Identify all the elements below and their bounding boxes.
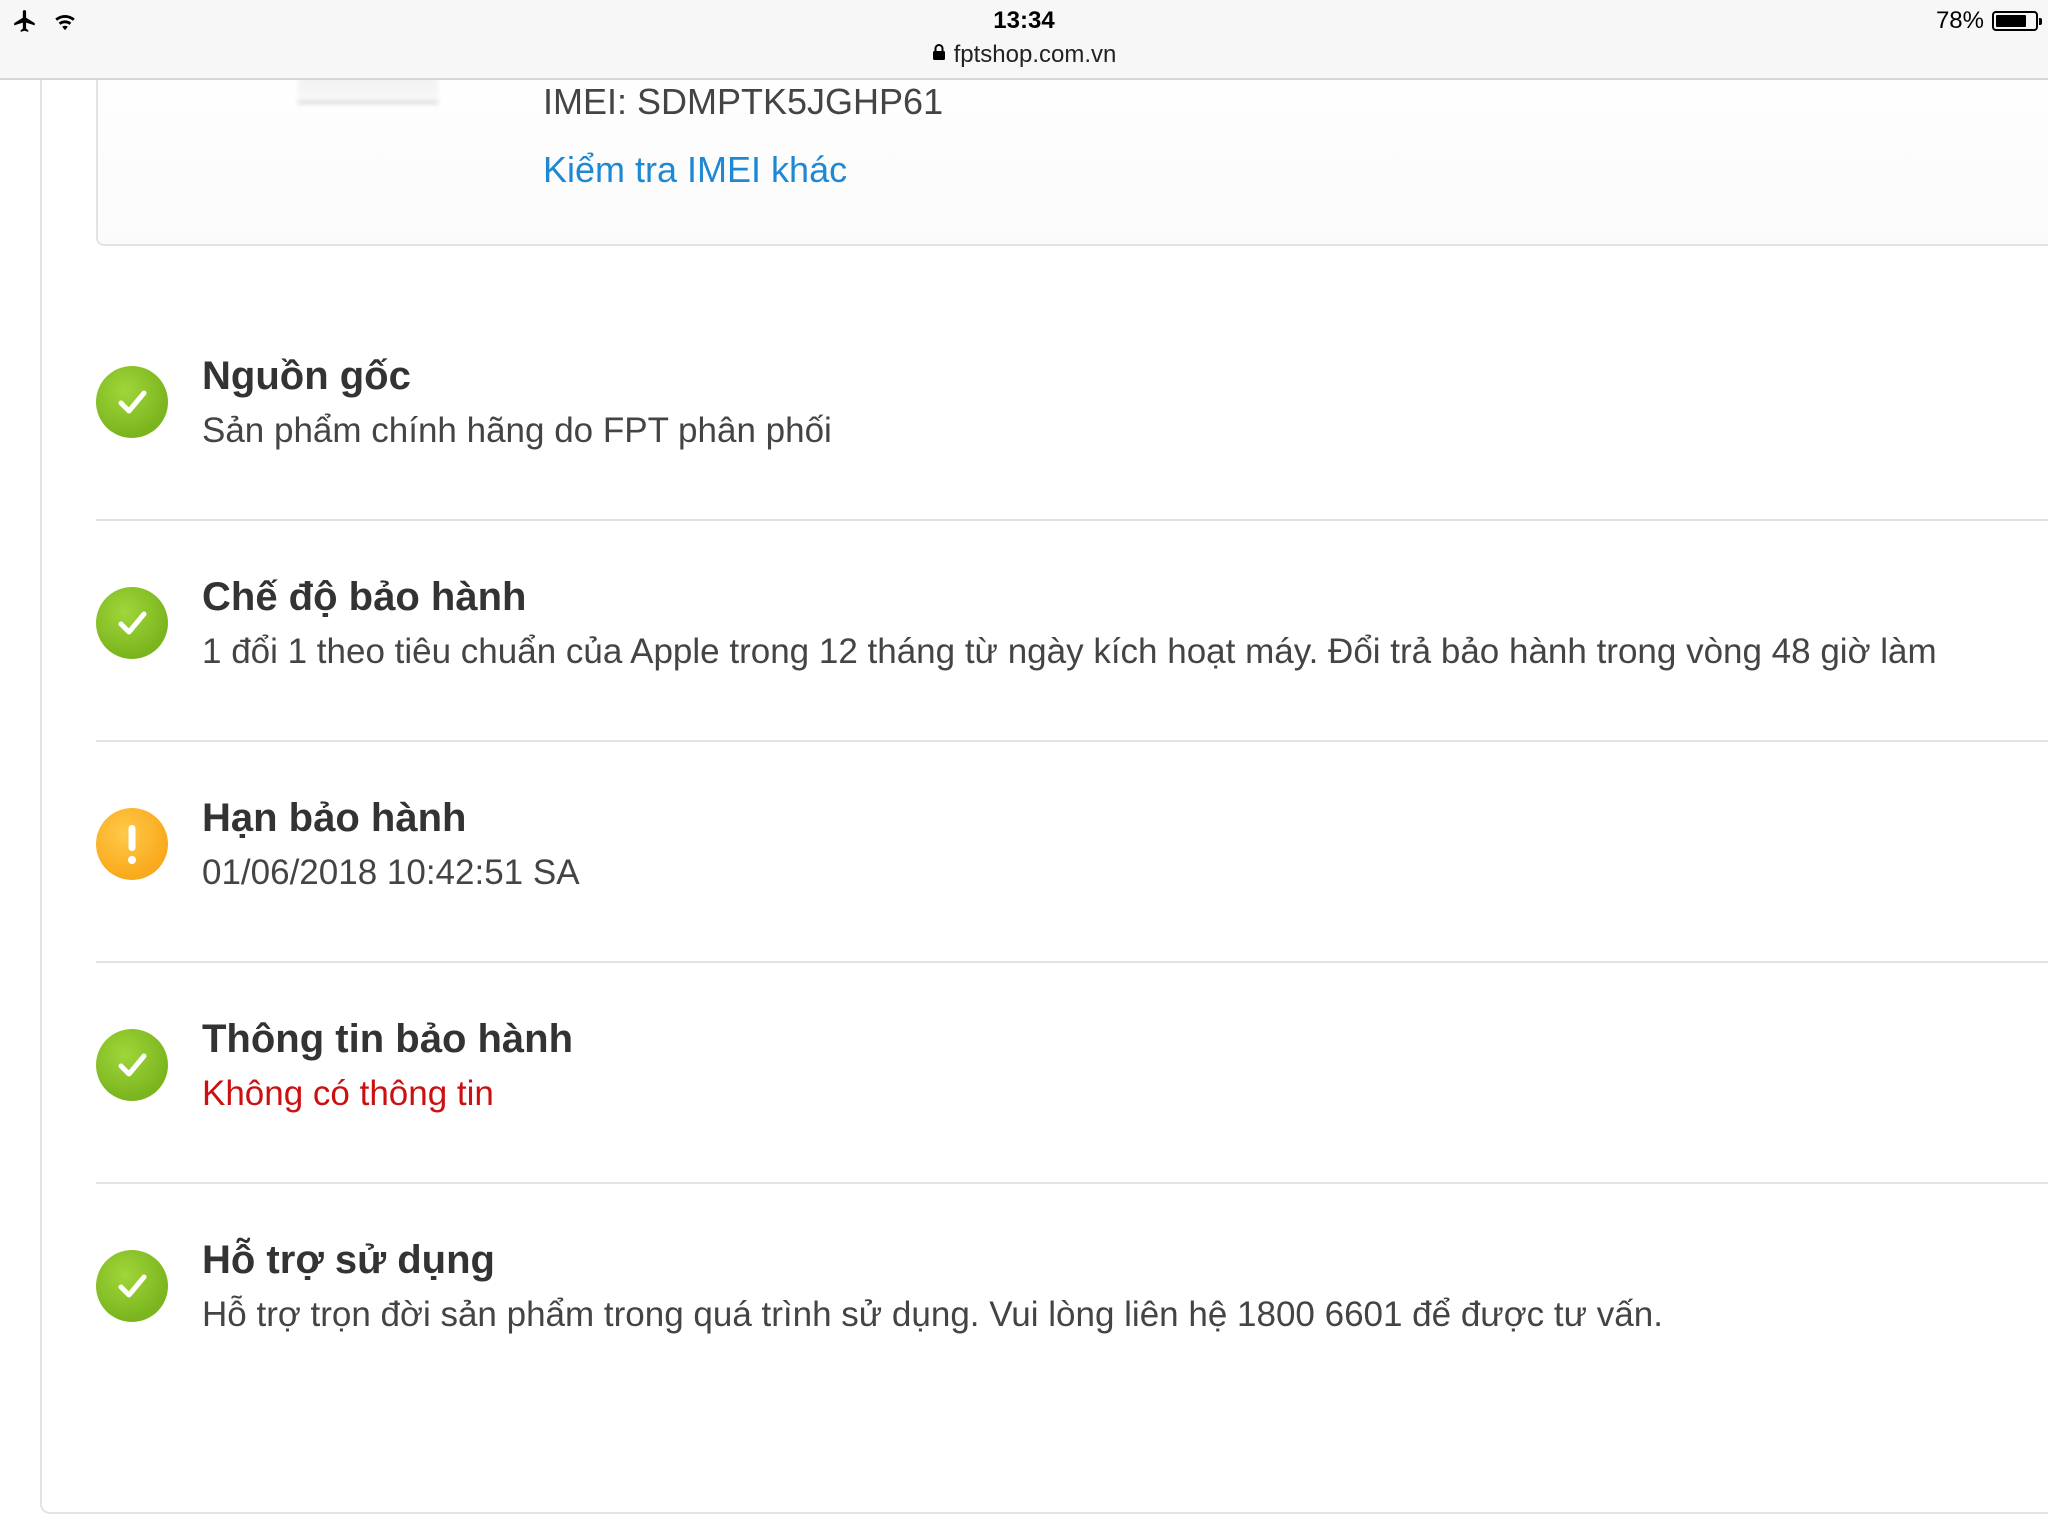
info-description: Hỗ trợ trọn đời sản phẩm trong quá trình… bbox=[202, 1295, 1663, 1334]
url-text[interactable]: fptshop.com.vn bbox=[954, 41, 1117, 68]
warranty-info-list: Nguồn gốc Sản phẩm chính hãng do FPT phâ… bbox=[96, 300, 2048, 1405]
info-row-usage-support: Hỗ trợ sử dụng Hỗ trợ trọn đời sản phẩm … bbox=[96, 1184, 2048, 1405]
info-title: Chế độ bảo hành bbox=[202, 575, 527, 619]
address-bar[interactable]: fptshop.com.vn bbox=[0, 40, 2048, 70]
info-description: Sản phẩm chính hãng do FPT phân phối bbox=[202, 411, 832, 450]
info-title: Thông tin bảo hành bbox=[202, 1017, 574, 1061]
lock-icon bbox=[932, 39, 946, 69]
status-bar: 13:34 fptshop.com.vn 78% bbox=[0, 0, 2048, 80]
checkmark-circle-icon bbox=[96, 1250, 168, 1322]
check-other-imei-link[interactable]: Kiểm tra IMEI khác bbox=[543, 148, 847, 192]
info-title: Hạn bảo hành bbox=[202, 796, 467, 840]
info-title: Nguồn gốc bbox=[202, 354, 411, 398]
info-description: Không có thông tin bbox=[202, 1074, 494, 1113]
checkmark-circle-icon bbox=[96, 587, 168, 659]
status-icons-right: 78% bbox=[1935, 6, 2042, 36]
status-time: 13:34 bbox=[993, 7, 1055, 34]
imei-value: IMEI: SDMPTK5JGHP61 bbox=[543, 81, 944, 122]
checkmark-circle-icon bbox=[96, 366, 168, 438]
info-title: Hỗ trợ sử dụng bbox=[202, 1238, 495, 1282]
battery-level-fill bbox=[1996, 15, 2026, 27]
battery-percent: 78% bbox=[1935, 7, 1984, 34]
info-description: 1 đổi 1 theo tiêu chuẩn của Apple trong … bbox=[202, 632, 1937, 671]
info-row-warranty-expiry: Hạn bảo hành 01/06/2018 10:42:51 SA bbox=[96, 742, 2048, 963]
exclamation-circle-icon bbox=[96, 808, 168, 880]
info-row-origin: Nguồn gốc Sản phẩm chính hãng do FPT phâ… bbox=[96, 300, 2048, 521]
battery-icon bbox=[1992, 11, 2042, 31]
info-description: 01/06/2018 10:42:51 SA bbox=[202, 853, 580, 892]
info-row-warranty-info: Thông tin bảo hành Không có thông tin bbox=[96, 963, 2048, 1184]
info-row-warranty-policy: Chế độ bảo hành 1 đổi 1 theo tiêu chuẩn … bbox=[96, 521, 2048, 742]
checkmark-circle-icon bbox=[96, 1029, 168, 1101]
